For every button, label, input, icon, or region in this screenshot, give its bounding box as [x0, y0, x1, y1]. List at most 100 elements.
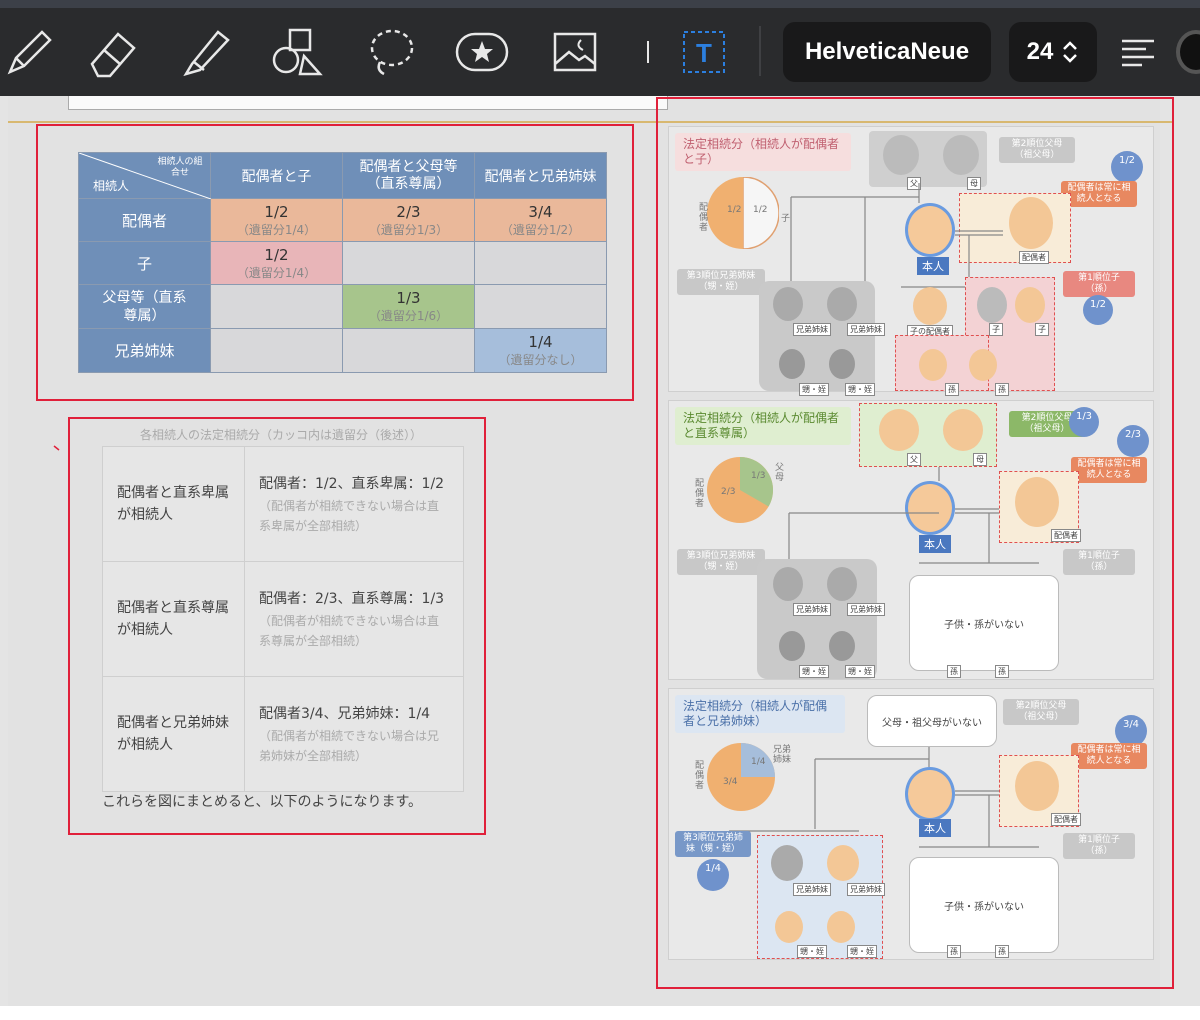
row-header: 子	[78, 241, 211, 285]
child-spouse-face-icon	[913, 287, 947, 325]
sibling-face-icon	[827, 845, 859, 881]
cell-value: 1/2	[264, 245, 289, 264]
sibling-label: 兄弟姉妹	[847, 323, 885, 336]
nephew-face-icon	[829, 349, 855, 379]
prev-content-strip	[68, 96, 668, 110]
column-header: 配偶者と父母等（直系尊属）	[342, 152, 475, 199]
table-cell	[342, 328, 475, 373]
sibling-face-icon	[827, 567, 857, 601]
grandchild-label: 孫	[947, 665, 961, 678]
badge-child: 1/2	[1083, 295, 1113, 325]
grandchild-label: 孫	[995, 665, 1009, 678]
rank1-tag: 第1順位子（孫）	[1063, 271, 1135, 297]
font-size-button[interactable]: 24	[1009, 22, 1097, 82]
row-header: 配偶者	[78, 198, 211, 242]
rank3-tag: 第3順位兄弟姉妹（甥・姪）	[677, 549, 765, 575]
table-cell	[342, 241, 475, 285]
rank3-tag: 第3順位兄弟姉妹（甥・姪）	[677, 269, 765, 295]
table-cell: 2/3 （遺留分1/3）	[342, 198, 475, 242]
table-row: 兄弟姉妹 1/4 （遺留分なし）	[78, 328, 607, 373]
row-note: （配偶者が相続できない場合は直系卑属が全部相続）	[259, 498, 440, 533]
row-note: （配偶者が相続できない場合は兄弟姉妹が全部相続）	[259, 728, 440, 763]
sticker-icon[interactable]	[452, 22, 512, 82]
font-size-value: 24	[1026, 38, 1054, 65]
table-cell: 1/2 （遺留分1/4）	[210, 241, 343, 285]
summary-text: これらを図にまとめると、以下のようになります。	[102, 794, 423, 810]
table-row: 配偶者と兄弟姉妹が相続人 配偶者3/4、兄弟姉妹：1/4 （配偶者が相続できない場…	[102, 676, 464, 792]
grandchild-label: 孫	[995, 945, 1009, 958]
badge-sibling: 1/4	[697, 859, 729, 891]
table-cell: 1/4 （遺留分なし）	[474, 328, 607, 373]
highlighter-icon[interactable]	[176, 22, 236, 82]
row-main: 配偶者3/4、兄弟姉妹：1/4	[259, 705, 431, 722]
pen-mark	[53, 445, 60, 451]
nephew-face-icon	[827, 911, 855, 943]
sibling-label: 兄弟姉妹	[847, 603, 885, 616]
table-row: 配偶者 1/2 （遺留分1/4） 2/3 （遺留分1/3） 3/4 （遺留分1/2）	[78, 198, 607, 242]
row-label: 配偶者と直系卑属が相続人	[102, 446, 245, 562]
table-row: 配偶者と直系尊属が相続人 配偶者：2/3、直系尊属：1/3 （配偶者が相続できない…	[102, 561, 464, 677]
row-main: 配偶者：1/2、直系卑属：1/2	[259, 475, 445, 492]
table-corner: 相続人の組合せ 相続人	[78, 152, 211, 199]
child-label: 子	[989, 323, 1003, 336]
sibling-face-icon	[771, 845, 803, 881]
no-children-box: 子供・孫がいない	[909, 575, 1059, 671]
row-content: 配偶者3/4、兄弟姉妹：1/4 （配偶者が相続できない場合は兄弟姉妹が全部相続）	[244, 676, 464, 792]
text-tool-icon[interactable]: T	[674, 22, 734, 82]
nephew-face-icon	[775, 911, 803, 943]
diagram-panel-siblings: 法定相続分（相続人が配偶者と兄弟姉妹） 配偶者 3/4 1/4 兄弟姉妹 父母・…	[668, 688, 1154, 960]
image-icon[interactable]	[545, 22, 605, 82]
sibling-face-icon	[827, 287, 857, 321]
paragraph-icon[interactable]	[1108, 22, 1168, 82]
table-row: 子 1/2 （遺留分1/4）	[78, 241, 607, 285]
table-cell	[474, 241, 607, 285]
cell-sub: （遺留分1/3）	[368, 222, 449, 237]
cell-sub: （遺留分1/4）	[236, 222, 317, 237]
table-cell	[474, 284, 607, 329]
sibling-label: 兄弟姉妹	[847, 883, 885, 896]
lasso-icon[interactable]	[360, 22, 420, 82]
sibling-label: 兄弟姉妹	[793, 323, 831, 336]
status-strip	[0, 0, 1200, 8]
row-main: 配偶者：2/3、直系尊属：1/3	[259, 590, 445, 607]
row-label: 配偶者と兄弟姉妹が相続人	[102, 676, 245, 792]
row-note: （配偶者が相続できない場合は直系尊属が全部相続）	[259, 613, 440, 648]
column-header: 配偶者と子	[210, 152, 343, 199]
legal-share-table: 配偶者と直系卑属が相続人 配偶者：1/2、直系卑属：1/2 （配偶者が相続できない…	[102, 446, 464, 792]
row-header: 父母等（直系尊属）	[78, 284, 211, 329]
eraser-icon[interactable]	[82, 22, 142, 82]
shapes-icon[interactable]	[268, 22, 328, 82]
nephew-face-icon	[779, 631, 805, 661]
row-header: 兄弟姉妹	[78, 328, 211, 373]
nephew-face-icon	[829, 631, 855, 661]
cell-value: 1/4	[528, 333, 553, 351]
nephew-label: 甥・姪	[799, 665, 829, 678]
cell-sub: （遺留分1/4）	[236, 265, 317, 280]
nephew-label: 甥・姪	[845, 665, 875, 678]
rank1-tag: 第1順位子（孫）	[1063, 833, 1135, 859]
pen-icon[interactable]	[0, 22, 60, 82]
row-content: 配偶者：2/3、直系尊属：1/3 （配偶者が相続できない場合は直系尊属が全部相続）	[244, 561, 464, 677]
font-picker-button[interactable]: HelveticaNeue	[783, 22, 991, 82]
table-row: 配偶者と直系卑属が相続人 配偶者：1/2、直系卑属：1/2 （配偶者が相続できない…	[102, 446, 464, 562]
nephew-face-icon	[779, 349, 805, 379]
cell-sub: （遺留分1/6）	[368, 309, 449, 323]
table-cell: 3/4 （遺留分1/2）	[474, 198, 607, 242]
sibling-face-icon	[773, 287, 803, 321]
nephew-label: 甥・姪	[799, 383, 829, 396]
nephew-label: 甥・姪	[847, 945, 877, 958]
child-label: 子	[1035, 323, 1049, 336]
table-cell: 1/3 （遺留分1/6）	[342, 284, 475, 329]
grandchild-label: 孫	[945, 383, 959, 396]
sibling-label: 兄弟姉妹	[793, 883, 831, 896]
table-cell	[210, 284, 343, 329]
corner-top-label: 相続人の組合せ	[157, 157, 203, 178]
rank1-tag: 第1順位子（孫）	[1063, 549, 1135, 575]
color-picker-icon[interactable]	[1176, 30, 1200, 74]
row-content: 配偶者：1/2、直系卑属：1/2 （配偶者が相続できない場合は直系卑属が全部相続）	[244, 446, 464, 562]
child-face-icon	[977, 287, 1007, 323]
grandchild-label: 孫	[947, 945, 961, 958]
inheritance-share-table: 相続人の組合せ 相続人 配偶者と子 配偶者と父母等（直系尊属） 配偶者と兄弟姉妹…	[78, 152, 607, 373]
cell-value: 2/3	[396, 202, 421, 221]
sibling-label: 兄弟姉妹	[793, 603, 831, 616]
